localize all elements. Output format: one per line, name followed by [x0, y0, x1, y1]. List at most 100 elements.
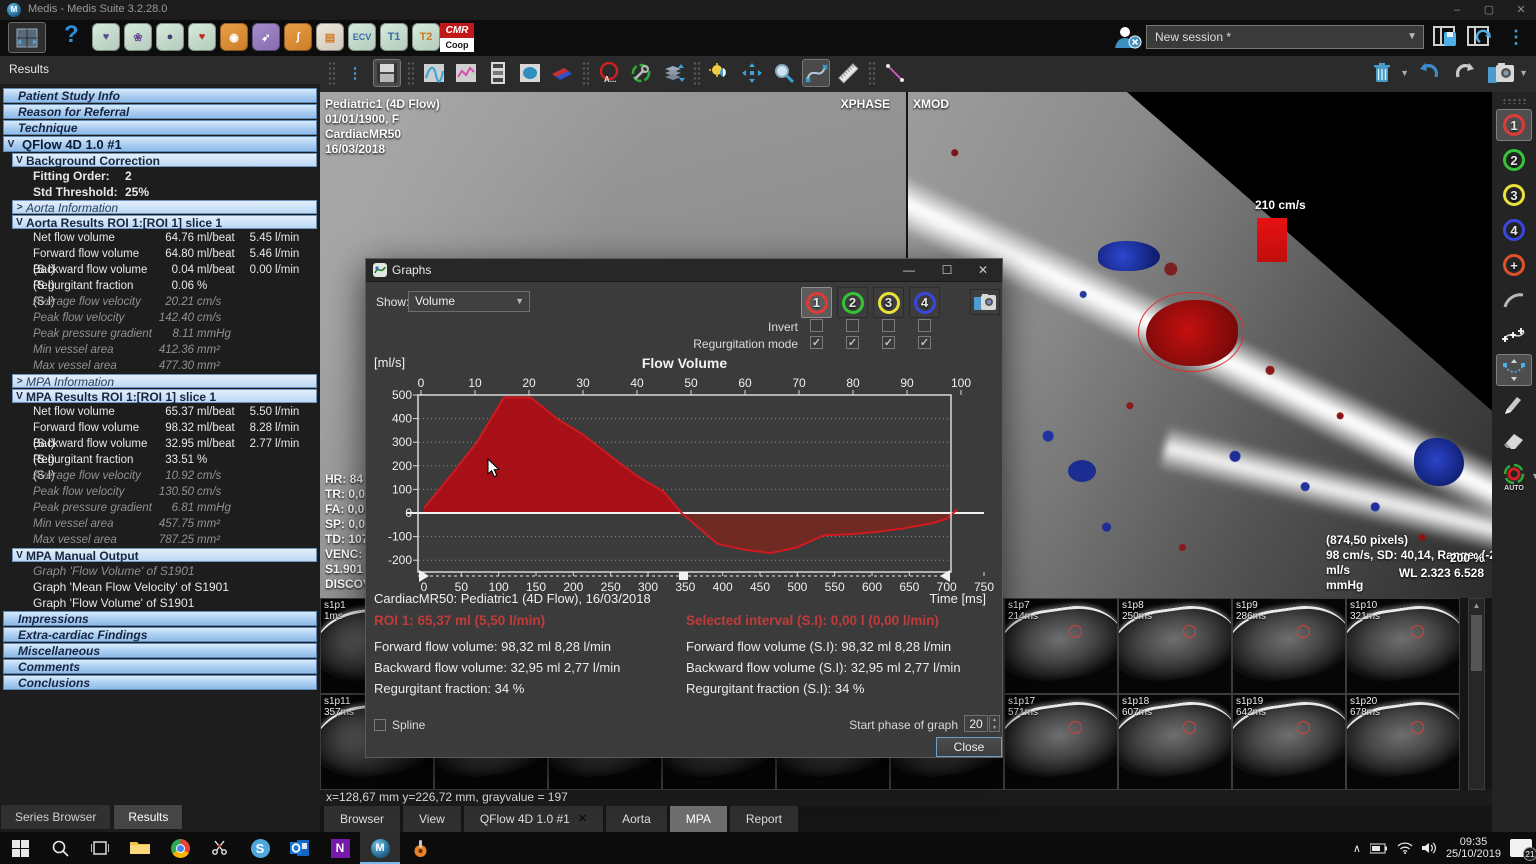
onenote-taskbar-icon[interactable]: N [320, 832, 360, 864]
thumbnail-s1p17[interactable]: s1p17571ms [1004, 694, 1118, 790]
expand-icon[interactable]: V [13, 549, 26, 561]
user-session-icon[interactable] [1112, 24, 1142, 55]
expand-icon[interactable]: > [13, 375, 26, 387]
contour-wrench-icon[interactable] [627, 59, 655, 87]
ruler-icon[interactable] [834, 59, 862, 87]
medis-taskbar-icon[interactable]: M [360, 832, 400, 864]
graphs-dialog-titlebar[interactable]: Graphs — ☐ ✕ [366, 259, 1002, 282]
contour-nudge-tool-icon[interactable] [1496, 354, 1532, 386]
graph-roi-button-1[interactable]: 1 [801, 287, 832, 318]
roi-button-+[interactable]: + [1496, 249, 1532, 281]
roi-button-3[interactable]: 3 [1496, 179, 1532, 211]
graph-roi-button-2[interactable]: 2 [837, 287, 868, 318]
graph-entry[interactable]: Graph 'Mean Flow Velocity' of S1901 [0, 579, 320, 595]
chrome-taskbar-icon[interactable] [160, 832, 200, 864]
invert-checkbox-3[interactable] [882, 319, 895, 332]
thumbnail-s1p19[interactable]: s1p19642ms [1232, 694, 1346, 790]
scroll-up-icon[interactable]: ▲ [1469, 599, 1484, 613]
search-taskbar-icon[interactable] [40, 832, 80, 864]
expand-icon[interactable]: V [13, 154, 26, 166]
thumbnail-scrollbar[interactable]: ▲ [1468, 598, 1485, 790]
filmstrip-icon[interactable] [484, 59, 512, 87]
window-minimize-button[interactable]: – [1442, 0, 1472, 20]
results-subsection-mpa-manual-output[interactable]: VMPA Manual Output [12, 548, 317, 562]
flow-volume-chart[interactable]: 5004003002001000-100-2000102030405060708… [366, 367, 1004, 599]
auto-contour-icon[interactable]: AUTO▼ [1496, 459, 1532, 491]
graph-roi-button-3[interactable]: 3 [873, 287, 904, 318]
tab-close-icon[interactable]: ✕ [578, 807, 587, 832]
chevron-down-icon[interactable]: ▼ [1531, 471, 1536, 481]
outlook-taskbar-icon[interactable] [280, 832, 320, 864]
dialog-minimize-button[interactable]: — [892, 259, 926, 282]
redo-button[interactable] [1451, 59, 1479, 87]
results-section-impressions[interactable]: Impressions [3, 611, 317, 626]
annotation-a-icon[interactable]: A... [595, 59, 623, 87]
app-tile-2[interactable]: ❀ [124, 23, 152, 51]
cmr-coop-badge[interactable]: CMR Coop [440, 23, 474, 52]
toolbar-overflow-icon[interactable]: ⋮ [1502, 24, 1530, 50]
help-icon[interactable]: ? [64, 21, 79, 49]
results-section-miscellaneous[interactable]: Miscellaneous [3, 643, 317, 658]
tab-mpa[interactable]: MPA [670, 806, 727, 832]
line-chart-icon[interactable] [452, 59, 480, 87]
brush-tool-icon[interactable] [1496, 389, 1532, 421]
results-section-patient-study-info[interactable]: Patient Study Info [3, 88, 317, 103]
start-taskbar-icon[interactable] [0, 832, 40, 864]
battery-icon[interactable] [1370, 843, 1388, 854]
invert-checkbox-1[interactable] [810, 319, 823, 332]
thumbnail-s1p10[interactable]: s1p10321ms [1346, 598, 1460, 694]
graph-roi-button-4[interactable]: 4 [909, 287, 940, 318]
app-tile-8[interactable]: ▤ [316, 23, 344, 51]
media-app-taskbar-icon[interactable] [400, 832, 440, 864]
tab-report[interactable]: Report [730, 806, 798, 832]
app-tile-1[interactable]: ♥ [92, 23, 120, 51]
app-tile-9[interactable]: ECV [348, 23, 376, 51]
dialog-maximize-button[interactable]: ☐ [930, 259, 964, 282]
tray-chevron-icon[interactable]: ∧ [1353, 842, 1361, 855]
spline-checkbox[interactable] [374, 719, 386, 731]
regurgitation-checkbox-2[interactable]: ✓ [846, 336, 859, 349]
flow-overlay-icon[interactable] [548, 59, 576, 87]
file-explorer-taskbar-icon[interactable] [120, 832, 160, 864]
thumbnail-s1p9[interactable]: s1p9286ms [1232, 598, 1346, 694]
wifi-icon[interactable] [1397, 842, 1413, 854]
magnifier-icon[interactable] [770, 59, 798, 87]
snapshot-button[interactable] [1487, 59, 1515, 87]
overflow-menu-icon[interactable]: ⋮ [341, 59, 369, 87]
thumbnail-s1p7[interactable]: s1p7214ms [1004, 598, 1118, 694]
speaker-icon[interactable] [1422, 842, 1437, 854]
curve-points-tool-icon[interactable] [1496, 319, 1532, 351]
expand-icon[interactable]: V [4, 137, 18, 151]
dialog-close-button[interactable]: ✕ [966, 259, 1000, 282]
undo-button[interactable] [1415, 59, 1443, 87]
graph-entry[interactable]: Graph 'Flow Volume' of S1901 [0, 563, 320, 579]
results-section-technique[interactable]: Technique [3, 120, 317, 135]
signal-curve-icon[interactable] [420, 59, 448, 87]
reset-layout-button[interactable] [1466, 24, 1494, 50]
tab-browser[interactable]: Browser [324, 806, 400, 832]
app-tile-10[interactable]: T1 [380, 23, 408, 51]
film-layout-icon[interactable] [373, 59, 401, 87]
regurgitation-checkbox-1[interactable]: ✓ [810, 336, 823, 349]
scrollbar-thumb[interactable] [1471, 615, 1482, 671]
window-level-icon[interactable] [706, 59, 734, 87]
chevron-down-icon[interactable]: ▼ [1519, 68, 1528, 78]
results-subsection-mpa-information[interactable]: >MPA Information [12, 374, 317, 388]
results-section-qflow-4d-1-0-1[interactable]: VQFlow 4D 1.0 #1 [3, 136, 317, 152]
eraser-tool-icon[interactable] [1496, 424, 1532, 456]
session-select[interactable]: New session * ▼ [1146, 25, 1424, 49]
taskbar-clock[interactable]: 09:35 25/10/2019 [1446, 836, 1501, 860]
app-tile-5[interactable]: ◉ [220, 23, 248, 51]
app-tile-11[interactable]: T2 [412, 23, 440, 51]
expand-icon[interactable]: V [13, 390, 26, 402]
graph-snapshot-button[interactable] [970, 289, 1000, 315]
invert-checkbox-2[interactable] [846, 319, 859, 332]
thumbnail-s1p18[interactable]: s1p18607ms [1118, 694, 1232, 790]
tab-aorta[interactable]: Aorta [606, 806, 667, 832]
roi-button-4[interactable]: 4 [1496, 214, 1532, 246]
close-button[interactable]: Close [936, 737, 1002, 757]
app-tile-4[interactable]: ♥ [188, 23, 216, 51]
delete-button[interactable] [1368, 59, 1396, 87]
results-subsection-aorta-results-roi-1-roi-1-slice-1[interactable]: VAorta Results ROI 1:[ROI 1] slice 1 [12, 215, 317, 229]
line-measure-icon[interactable] [881, 59, 909, 87]
